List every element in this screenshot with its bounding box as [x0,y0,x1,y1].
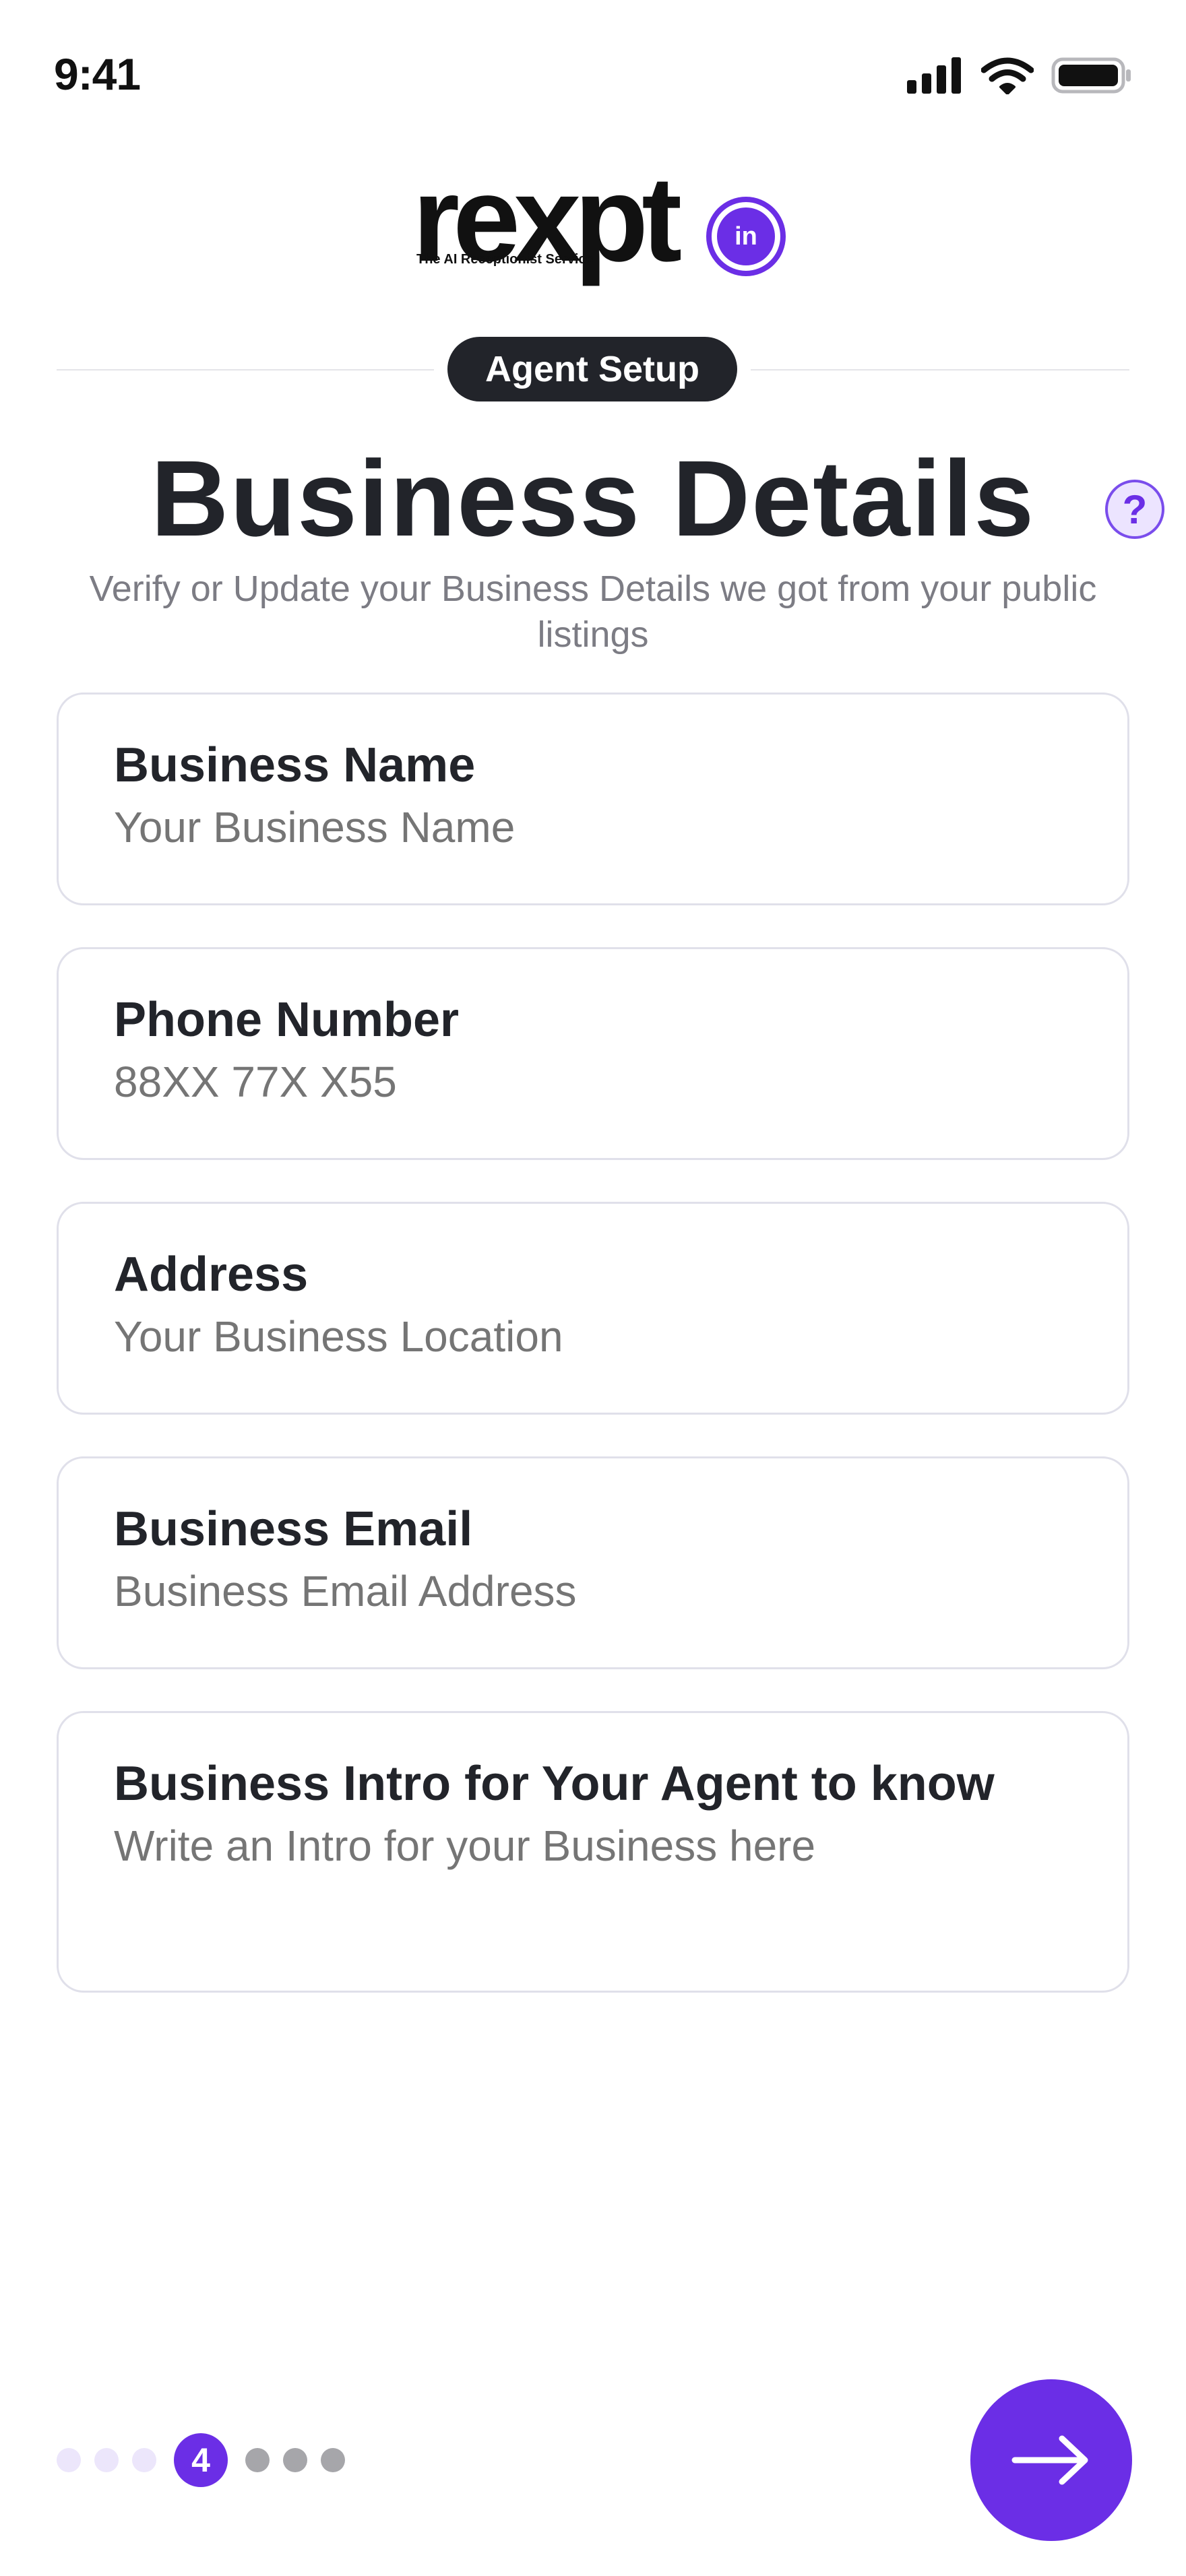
step-pagination: 4 [57,2428,345,2492]
field-label: Phone Number [114,993,460,1047]
signal-bars-icon [907,57,961,94]
address-field[interactable]: Address [57,1202,1129,1415]
logo-headset-badge: in [712,202,780,271]
brand-logo: rexpt The AI Receptionist Service in [412,159,790,280]
page-title: Business Details [150,438,1036,558]
step-dot-complete [94,2448,119,2472]
field-label: Address [114,1248,309,1301]
business-intro-field[interactable]: Business Intro for Your Agent to know [57,1711,1129,1993]
phone-number-field[interactable]: Phone Number [57,947,1129,1160]
step-dot-complete [132,2448,156,2472]
wifi-icon [981,57,1034,94]
next-button[interactable] [970,2379,1132,2541]
step-dot-complete [57,2448,81,2472]
address-input[interactable] [114,1312,1057,1361]
logo-tagline: The AI Receptionist Service [416,252,594,267]
field-label: Business Email [114,1502,473,1556]
status-time: 9:41 [54,49,141,99]
step-pill: Agent Setup [447,337,737,401]
step-dot-current: 4 [174,2433,228,2487]
help-button[interactable]: ? [1105,480,1164,539]
step-dot-upcoming [283,2448,307,2472]
page-subtitle: Verify or Update your Business Details w… [89,569,1097,655]
step-dot-upcoming [245,2448,270,2472]
status-icons [907,54,1132,97]
business-email-field[interactable]: Business Email [57,1456,1129,1669]
field-label: Business Name [114,738,476,792]
business-intro-input[interactable] [114,1821,1057,1871]
step-dot-upcoming [321,2448,345,2472]
divider-left [57,369,434,371]
field-label: Business Intro for Your Agent to know [114,1757,995,1811]
business-name-field[interactable]: Business Name [57,693,1129,905]
battery-icon [1051,57,1131,94]
phone-number-input[interactable] [114,1057,1057,1107]
logo-badge-text: in [735,222,757,251]
business-name-input[interactable] [114,802,1057,852]
business-email-input[interactable] [114,1566,1057,1616]
divider-right [751,369,1129,371]
arrow-right-icon [1011,2435,1088,2485]
question-mark-icon: ? [1122,486,1148,532]
